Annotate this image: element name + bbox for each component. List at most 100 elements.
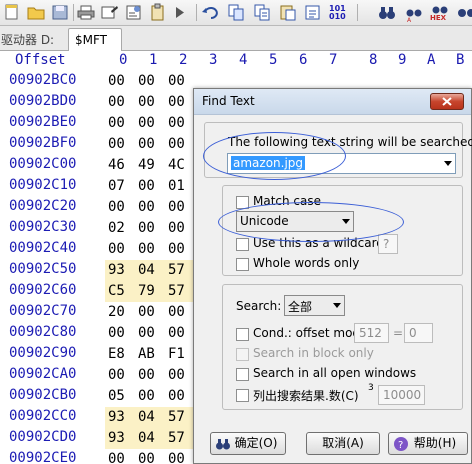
hex-byte[interactable]: 00 xyxy=(105,71,135,92)
hex-byte[interactable]: 57 xyxy=(165,260,195,281)
hex-byte[interactable]: 00 xyxy=(165,239,195,260)
copy-block-icon[interactable] xyxy=(252,3,272,22)
open-folder-icon[interactable] xyxy=(26,3,46,22)
tab-drive-d[interactable]: 驱动器 D: xyxy=(0,30,68,50)
chevron-down-icon[interactable] xyxy=(444,161,452,166)
help-button[interactable]: ? 帮助(H) xyxy=(388,432,468,455)
clipboard-icon[interactable] xyxy=(148,3,168,22)
all-windows-checkbox[interactable] xyxy=(236,368,249,381)
chevron-down-icon[interactable] xyxy=(333,303,341,308)
cond-mod-input[interactable]: 512 xyxy=(354,323,389,343)
hex-byte[interactable]: 00 xyxy=(135,71,165,92)
settings-icon[interactable] xyxy=(124,3,144,22)
binary-icon[interactable]: 101 010 xyxy=(329,5,346,21)
dialog-titlebar[interactable]: Find Text xyxy=(194,89,471,115)
hex-byte[interactable]: 93 xyxy=(105,428,135,449)
hex-byte[interactable]: 00 xyxy=(105,239,135,260)
hex-byte[interactable]: 00 xyxy=(135,197,165,218)
find-text-icon[interactable]: A xyxy=(404,3,424,22)
hex-byte[interactable]: 00 xyxy=(165,449,195,464)
hex-byte[interactable]: 57 xyxy=(165,407,195,428)
hex-byte[interactable]: 00 xyxy=(165,302,195,323)
hex-byte[interactable]: F1 xyxy=(165,344,195,365)
hex-byte[interactable]: 00 xyxy=(105,365,135,386)
hex-byte[interactable]: 00 xyxy=(165,113,195,134)
properties-icon[interactable] xyxy=(100,3,120,22)
cond-offset-checkbox[interactable] xyxy=(236,328,249,341)
hex-byte[interactable]: 00 xyxy=(135,218,165,239)
save-icon[interactable] xyxy=(50,3,70,22)
hex-byte[interactable]: 00 xyxy=(135,302,165,323)
print-icon[interactable] xyxy=(76,3,96,22)
find-hex-icon[interactable]: HEX xyxy=(430,3,450,22)
undo-icon[interactable] xyxy=(200,3,220,22)
paste-icon[interactable] xyxy=(278,3,298,22)
hex-byte[interactable]: 00 xyxy=(135,386,165,407)
hex-byte[interactable]: C5 xyxy=(105,281,135,302)
hex-byte[interactable]: 01 xyxy=(165,176,195,197)
hex-byte[interactable]: 00 xyxy=(105,134,135,155)
hex-byte[interactable]: 05 xyxy=(105,386,135,407)
hex-byte[interactable]: 00 xyxy=(165,134,195,155)
hex-byte[interactable]: AB xyxy=(135,344,165,365)
hex-byte[interactable]: 00 xyxy=(105,449,135,464)
hex-byte[interactable]: 57 xyxy=(165,428,195,449)
hex-byte[interactable]: 00 xyxy=(165,197,195,218)
search-scope-select[interactable]: 全部 xyxy=(284,295,345,316)
hex-byte[interactable]: 00 xyxy=(105,92,135,113)
hex-byte[interactable]: 57 xyxy=(165,281,195,302)
hex-byte[interactable]: 79 xyxy=(135,281,165,302)
close-button[interactable] xyxy=(430,93,464,110)
hex-byte[interactable]: 93 xyxy=(105,260,135,281)
hex-byte[interactable]: 00 xyxy=(165,218,195,239)
list-results-checkbox[interactable] xyxy=(236,389,249,402)
hex-byte[interactable]: E8 xyxy=(105,344,135,365)
hex-byte[interactable]: 00 xyxy=(105,323,135,344)
replace-icon[interactable] xyxy=(455,3,472,22)
next-icon[interactable] xyxy=(171,3,191,22)
block-only-checkbox[interactable] xyxy=(236,348,249,361)
copy-sector-icon[interactable] xyxy=(226,3,246,22)
row-offset: 00902C30 xyxy=(9,219,77,235)
binoculars-icon[interactable] xyxy=(377,3,397,22)
hex-byte[interactable]: 00 xyxy=(165,365,195,386)
hex-byte[interactable]: 4C xyxy=(165,155,195,176)
hex-byte[interactable]: 00 xyxy=(135,365,165,386)
hex-byte[interactable]: 00 xyxy=(135,323,165,344)
ok-button[interactable]: 确定(O) xyxy=(210,432,286,455)
hex-byte[interactable]: 00 xyxy=(135,134,165,155)
hex-byte[interactable]: 00 xyxy=(135,239,165,260)
hex-byte[interactable]: 93 xyxy=(105,407,135,428)
write-icon[interactable] xyxy=(303,3,323,22)
cond-equals-input[interactable]: 0 xyxy=(404,323,433,343)
hex-byte[interactable]: 00 xyxy=(165,323,195,344)
hex-byte[interactable]: 02 xyxy=(105,218,135,239)
hex-byte[interactable]: 04 xyxy=(135,260,165,281)
encoding-select[interactable]: Unicode xyxy=(236,211,354,232)
hex-byte[interactable]: 07 xyxy=(105,176,135,197)
hex-byte[interactable]: 00 xyxy=(135,113,165,134)
hex-byte[interactable]: 00 xyxy=(165,71,195,92)
hex-byte[interactable]: 00 xyxy=(165,92,195,113)
hex-byte[interactable]: 00 xyxy=(165,386,195,407)
hex-byte[interactable]: 49 xyxy=(135,155,165,176)
new-file-icon[interactable] xyxy=(2,3,22,22)
wildcard-checkbox[interactable] xyxy=(236,238,249,251)
hex-byte[interactable]: 04 xyxy=(135,428,165,449)
hex-byte[interactable]: 04 xyxy=(135,407,165,428)
cancel-button[interactable]: 取消(A) xyxy=(306,432,380,455)
hex-byte[interactable]: 00 xyxy=(105,113,135,134)
hex-byte[interactable]: 46 xyxy=(105,155,135,176)
chevron-down-icon[interactable] xyxy=(342,219,350,224)
list-results-count-input[interactable]: 10000 xyxy=(378,385,425,405)
tab-mft[interactable]: $MFT xyxy=(68,28,122,52)
hex-byte[interactable]: 00 xyxy=(105,197,135,218)
hex-byte[interactable]: 00 xyxy=(135,449,165,464)
hex-byte[interactable]: 00 xyxy=(135,176,165,197)
whole-words-checkbox[interactable] xyxy=(236,258,249,271)
hex-byte[interactable]: 20 xyxy=(105,302,135,323)
hex-byte[interactable]: 00 xyxy=(135,92,165,113)
search-text-input[interactable]: amazon.jpg xyxy=(227,153,456,174)
match-case-checkbox[interactable] xyxy=(236,196,249,209)
wildcard-char-input[interactable]: ? xyxy=(378,234,398,254)
